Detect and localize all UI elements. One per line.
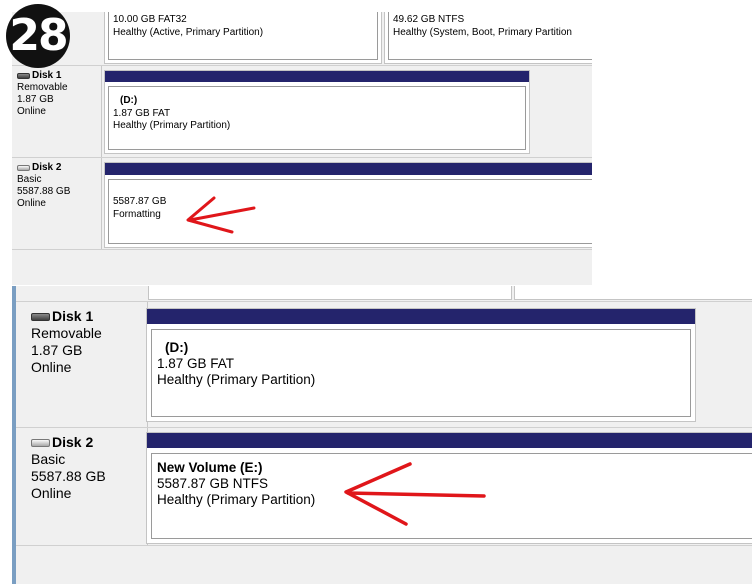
disk-type: Basic — [31, 451, 66, 467]
partition-size-fs: 10.00 GB FAT32 — [113, 14, 187, 25]
empty-disk-row — [16, 546, 752, 584]
partition-health: Healthy (System, Boot, Primary Partition — [393, 26, 572, 38]
hdd-removable-icon — [17, 73, 30, 79]
partition-header-bar — [147, 433, 752, 448]
partition-d[interactable]: (D:) 1.87 GB FAT Healthy (Primary Partit… — [104, 70, 530, 154]
hdd-removable-icon — [31, 312, 50, 321]
partition-size-fs: 1.87 GB FAT — [113, 107, 171, 119]
disk-info-disk1[interactable]: Disk 1 Removable 1.87 GB Online — [12, 66, 102, 157]
disk-size: 1.87 GB — [17, 94, 54, 105]
partition-health: Healthy (Primary Partition) — [157, 372, 316, 387]
disk-status: Online — [31, 359, 72, 375]
partition-header-bar — [105, 71, 529, 82]
partition-d[interactable]: (D:) 1.87 GB FAT Healthy (Primary Partit… — [146, 308, 696, 422]
disk-info-disk2[interactable]: Disk 2 Basic 5587.88 GB Online — [12, 158, 102, 249]
disk-name: Disk 2 — [52, 434, 94, 450]
partial-disk-row — [16, 286, 752, 302]
disk-status: Online — [17, 198, 46, 209]
partition-size-fs: 1.87 GB FAT — [157, 356, 235, 371]
partition-health: Healthy (Active, Primary Partition) — [113, 26, 264, 38]
partition-fat32[interactable]: 10.00 GB FAT32 Healthy (Active, Primary … — [104, 12, 382, 64]
disk-row-disk2: Disk 2 Basic 5587.88 GB Online 5587.87 G… — [12, 158, 592, 250]
disk-management-screenshot-complete: Disk 1 Removable 1.87 GB Online (D:) 1.8… — [12, 286, 752, 584]
partial-partition — [148, 286, 512, 300]
disk-name: Disk 2 — [32, 162, 62, 173]
hdd-basic-icon — [17, 165, 30, 171]
annotation-arrow-formatting — [186, 196, 256, 234]
disk-status: Online — [17, 106, 46, 117]
disk-info-disk2[interactable]: Disk 2 Basic 5587.88 GB Online — [16, 428, 148, 545]
hdd-basic-icon — [31, 438, 50, 447]
partition-label: (D:) — [165, 340, 189, 355]
partial-disk-row: 10.00 GB FAT32 Healthy (Active, Primary … — [12, 12, 592, 66]
disk-info-disk1[interactable]: Disk 1 Removable 1.87 GB Online — [16, 302, 148, 427]
partition-ntfs-system[interactable]: 49.62 GB NTFS Healthy (System, Boot, Pri… — [384, 12, 592, 64]
disk-type: Basic — [17, 174, 42, 185]
disk-name: Disk 1 — [52, 308, 94, 324]
disk-row-disk1: Disk 1 Removable 1.87 GB Online (D:) 1.8… — [16, 302, 752, 428]
disk-type: Removable — [31, 325, 102, 341]
disk-name: Disk 1 — [32, 70, 62, 81]
disk-size: 1.87 GB — [31, 342, 83, 358]
partition-health: Healthy (Primary Partition) — [113, 120, 231, 131]
disk-status: Online — [31, 485, 72, 501]
partition-header-bar — [147, 309, 695, 324]
partition-label: (D:) — [120, 95, 138, 106]
disk-size: 5587.88 GB — [17, 186, 71, 197]
partial-partition — [514, 286, 752, 300]
partition-size-fs: 49.62 GB NTFS — [393, 14, 465, 25]
disk-management-screenshot-formatting: 10.00 GB FAT32 Healthy (Active, Primary … — [12, 12, 592, 285]
disk-row-disk1: Disk 1 Removable 1.87 GB Online (D:) 1.8… — [12, 66, 592, 158]
partition-header-bar — [105, 163, 592, 175]
annotation-arrow-new-volume — [344, 462, 486, 526]
partition-formatting[interactable]: 5587.87 GB Formatting — [104, 162, 592, 248]
disk-size: 5587.88 GB — [31, 468, 106, 484]
disk-type: Removable — [17, 82, 68, 93]
step-number-badge: 28 — [6, 4, 70, 68]
